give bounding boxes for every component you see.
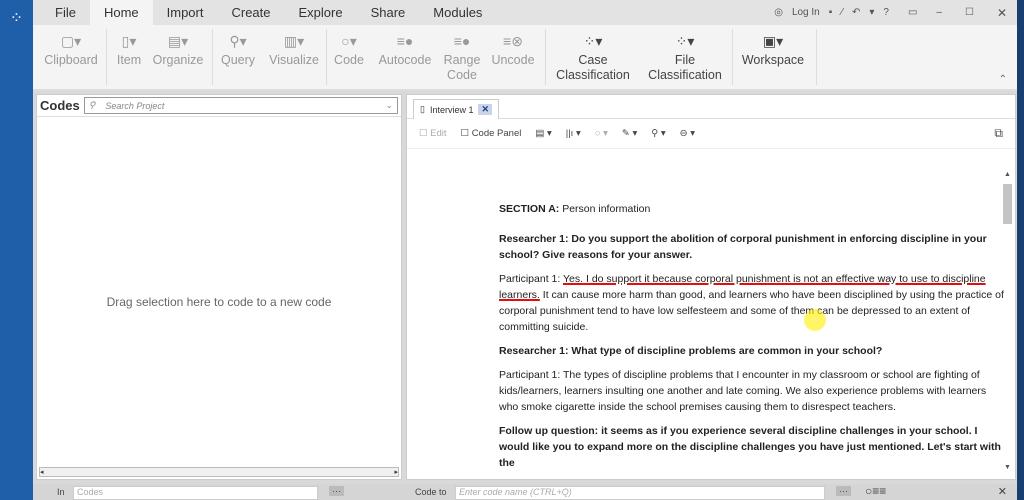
clipboard-button[interactable]: ▢▾ Clipboard	[41, 31, 101, 68]
in-browse-button[interactable]: ···	[329, 486, 344, 496]
item-button[interactable]: ▯▾ Item	[112, 31, 146, 68]
chevron-down-icon[interactable]: ⌄	[385, 100, 393, 111]
undo-icon[interactable]: ↶	[852, 7, 860, 18]
tab-interview-1[interactable]: ▯ Interview 1 ✕	[413, 99, 500, 119]
code-to-browse-button[interactable]: ···	[836, 486, 851, 496]
empty-codes-message: Drag selection here to code to a new cod…	[106, 295, 332, 309]
autocode-button[interactable]: ≡● Autocode	[375, 31, 435, 68]
code-selection-icon[interactable]: ○≡≡	[865, 484, 886, 498]
code-to-label: Code to	[415, 487, 447, 497]
close-tab-icon[interactable]: ✕	[478, 104, 493, 115]
horizontal-scrollbar[interactable]: ◂ ▸	[39, 467, 399, 477]
query-icon: ⚲▾	[229, 33, 247, 49]
app-grid-icon[interactable]: ⁘	[0, 8, 33, 28]
menu-create[interactable]: Create	[217, 0, 284, 25]
login-link[interactable]: Log In	[792, 7, 820, 18]
file-classification-icon: ⁘▾	[675, 33, 695, 49]
code-panel-checkbox[interactable]: ☐ Code Panel	[461, 128, 522, 139]
autocode-icon: ≡●	[396, 33, 414, 49]
circle-icon: ○▾	[341, 33, 357, 49]
organize-icon: ▤▾	[167, 33, 189, 49]
clipboard-icon: ▢▾	[60, 33, 82, 49]
range-code-button[interactable]: ≡● Range Code	[442, 31, 482, 83]
close-coding-bar-icon[interactable]: ✕	[998, 485, 1007, 498]
section-heading: SECTION A: Person information	[499, 203, 651, 215]
chat-icon[interactable]: ▭	[908, 7, 917, 18]
ribbon: ▢▾ Clipboard ▯▾ Item ▤▾ Organize ⚲▾ Query ▥▾…	[33, 25, 1017, 91]
search-icon: ⚲	[88, 100, 96, 110]
edit-checkbox[interactable]: ☐ Edit	[419, 128, 447, 139]
in-label: In	[57, 487, 65, 497]
menu-modules[interactable]: Modules	[419, 0, 496, 25]
uncode-icon: ≡⊗	[503, 33, 523, 49]
collapse-ribbon-icon[interactable]: ⌃	[999, 74, 1007, 85]
workspace-icon: ▣▾	[762, 33, 784, 49]
code-circle-icon[interactable]: ○ ▾	[595, 128, 608, 139]
case-classification-button[interactable]: ⁘▾ Case Classification	[551, 31, 635, 83]
workspace-button[interactable]: ▣▾ Workspace	[737, 31, 809, 68]
coding-bar: In Codes ··· Code to Enter code name (CT…	[33, 484, 1017, 500]
range-code-icon: ≡●	[453, 33, 471, 49]
organize-button[interactable]: ▤▾ Organize	[150, 31, 206, 68]
menu-import[interactable]: Import	[153, 0, 218, 25]
in-select[interactable]: Codes	[73, 486, 318, 500]
visualize-button[interactable]: ▥▾ Visualize	[266, 31, 322, 68]
question-3: Follow up question: it seems as if you e…	[499, 425, 1001, 469]
stripes-icon[interactable]: ||ı ▾	[566, 128, 581, 139]
codes-title: Codes	[40, 98, 80, 113]
maximize-button[interactable]: ☐	[965, 7, 974, 18]
case-classification-icon: ⁘▾	[583, 33, 603, 49]
undock-icon[interactable]: ⧉	[994, 126, 1003, 141]
code-to-input[interactable]: Enter code name (CTRL+Q)	[455, 486, 825, 500]
menu-explore[interactable]: Explore	[285, 0, 357, 25]
more-icon[interactable]: ▾	[869, 7, 874, 18]
menu-home[interactable]: Home	[89, 0, 153, 25]
annotation-icon[interactable]: ▤ ▾	[535, 128, 551, 139]
document-panel: ▯ Interview 1 ✕ ☐ Edit ☐ Code Panel ▤ ▾ …	[406, 94, 1016, 480]
vertical-scrollbar[interactable]: ▲ ▼	[1002, 171, 1013, 471]
document-icon: ▯	[420, 104, 425, 114]
minimize-button[interactable]: –	[936, 7, 942, 18]
zoom-icon[interactable]: ⚲ ▾	[651, 128, 665, 139]
cursor-highlight	[804, 309, 826, 331]
user-icon: ◎	[774, 7, 783, 18]
query-button[interactable]: ⚲▾ Query	[218, 31, 258, 68]
document-icon: ▯▾	[121, 33, 137, 49]
menu-file[interactable]: File	[33, 0, 90, 25]
answer-1: Participant 1: Yes. I do support it beca…	[499, 273, 1004, 333]
highlight-icon[interactable]: ✎ ▾	[622, 128, 637, 139]
code-button[interactable]: ○▾ Code	[331, 31, 367, 68]
file-classification-button[interactable]: ⁘▾ File Classification	[643, 31, 727, 83]
uncode-button[interactable]: ≡⊗ Uncode	[488, 31, 538, 68]
edit-icon[interactable]: ⁄	[841, 7, 843, 18]
answer-2: Participant 1: The types of discipline p…	[499, 369, 987, 413]
question-2: Researcher 1: What type of discipline pr…	[499, 345, 883, 357]
help-button[interactable]: ?	[883, 7, 889, 18]
question-1: Researcher 1: Do you support the aboliti…	[499, 233, 987, 261]
codes-panel: Codes ⚲ Search Project ⌄ Drag selection …	[36, 94, 402, 480]
chart-icon: ▥▾	[283, 33, 305, 49]
link-icon[interactable]: ⊖ ▾	[680, 128, 695, 139]
window-edge	[1017, 0, 1024, 500]
save-icon[interactable]: ▪	[829, 7, 833, 18]
menu-bar: File Home Import Create Explore Share Mo…	[33, 0, 1017, 25]
close-button[interactable]: ✕	[997, 6, 1007, 20]
search-input[interactable]: ⚲ Search Project ⌄	[83, 97, 398, 114]
menu-share[interactable]: Share	[357, 0, 420, 25]
app-sidebar-strip: ⁘	[0, 0, 33, 500]
